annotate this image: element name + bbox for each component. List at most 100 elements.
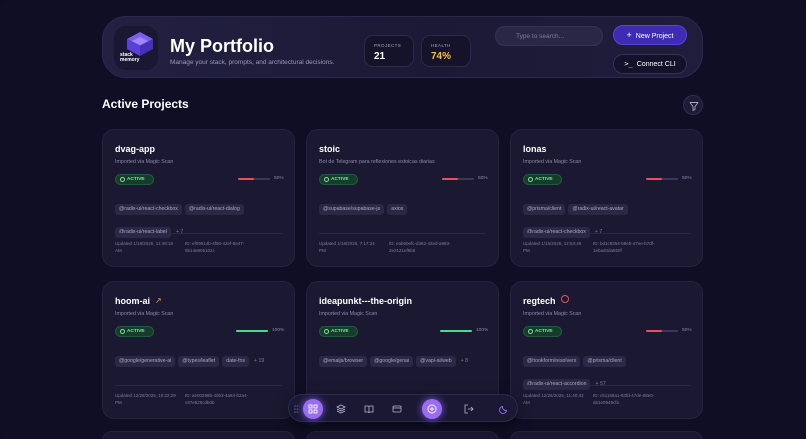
alert-circle-icon xyxy=(561,295,569,303)
plus-icon: + xyxy=(626,30,632,40)
health-fill xyxy=(238,178,254,180)
page-title: My Portfolio xyxy=(170,36,274,56)
project-name: ideapunkt---the-origin xyxy=(319,296,412,306)
health-fill xyxy=(646,178,662,180)
updated-timestamp: Updated 1/18/2026, 7:17:24 PM xyxy=(319,241,375,253)
page-subtitle: Manage your stack, prompts, and architec… xyxy=(170,59,335,66)
divider xyxy=(115,233,282,234)
new-project-button[interactable]: + New Project xyxy=(613,25,687,45)
health-percent: 50% xyxy=(274,176,284,181)
check-circle-icon xyxy=(120,329,125,334)
project-card-lonas[interactable]: lonas Imported via Magic Scan ACTIVE 50%… xyxy=(510,129,703,267)
project-id: ID: c51158a1-83fd-47de-88e0- ab1e0949cfa xyxy=(593,393,655,405)
status-badge: ACTIVE xyxy=(319,174,358,185)
project-name: dvag-app xyxy=(115,144,156,154)
dependency-tags: @prisma/client @radix-ui/react-avatar@rad… xyxy=(523,197,695,243)
updated-timestamp: Updated 12/26/2025, 11:40:42 AM xyxy=(523,393,584,405)
dock-add-button[interactable] xyxy=(422,399,442,419)
logo-text: stack memory xyxy=(120,52,140,63)
dependency-tag: @radix-ui/react-dialog xyxy=(184,204,244,215)
project-description: Imported via Magic Scan xyxy=(523,159,582,165)
dependency-tag: @emaijs/browser xyxy=(319,356,368,367)
health-percent: 50% xyxy=(682,176,692,181)
plus-circle-icon xyxy=(427,404,437,414)
dependency-tag: @prisma/client xyxy=(523,204,566,215)
stack-memory-logo xyxy=(113,25,159,71)
trending-up-icon: ↗ xyxy=(155,296,162,305)
dependency-tag: @types/leaflet xyxy=(178,356,220,367)
project-name: hoom-ai xyxy=(115,296,150,306)
layers-icon xyxy=(336,404,346,414)
bottom-dock xyxy=(288,394,518,422)
health-bar xyxy=(646,330,678,332)
dependency-tag: @hookform/resolvers xyxy=(523,356,581,367)
project-card-regtech[interactable]: regtech Imported via Magic Scan ACTIVE 5… xyxy=(510,281,703,419)
check-circle-icon xyxy=(324,177,329,182)
check-circle-icon xyxy=(324,329,329,334)
more-tags-count: + 19 xyxy=(253,358,265,364)
dock-docs-button[interactable] xyxy=(359,399,379,419)
divider xyxy=(523,233,690,234)
drag-handle[interactable] xyxy=(293,399,299,419)
dependency-tag: @radix-ui/react-checkbox xyxy=(115,204,182,215)
dock-grid-button[interactable] xyxy=(303,399,323,419)
project-card-hoom-ai[interactable]: hoom-ai ↗ Imported via Magic Scan ACTIVE… xyxy=(102,281,295,419)
divider xyxy=(523,385,690,386)
dock-logout-button[interactable] xyxy=(459,399,479,419)
project-description: Imported via Magic Scan xyxy=(523,311,582,317)
updated-timestamp: Updated 1/15/2026, 12:54:49 PM xyxy=(523,241,582,253)
status-badge: ACTIVE xyxy=(523,326,562,337)
terminal-icon: >_ xyxy=(624,60,633,68)
dependency-tag: @supabase/supabase-js xyxy=(319,204,385,215)
connect-cli-button[interactable]: >_ Connect CLI xyxy=(613,54,687,74)
project-name: lonas xyxy=(523,144,547,154)
logout-icon xyxy=(464,404,474,414)
project-card-stoic[interactable]: stoic Bot de Telegram para reflexiones e… xyxy=(306,129,499,267)
health-percent: 50% xyxy=(682,328,692,333)
project-id: ID: bd1c8354-58eb-47ee-b7df- 1ebad4da550f xyxy=(593,241,655,253)
status-badge: ACTIVE xyxy=(115,174,154,185)
health-bar xyxy=(646,178,678,180)
dock-cards-button[interactable] xyxy=(387,399,407,419)
dependency-tag: @radix-ui/react-avatar xyxy=(568,204,628,215)
dependency-tags: @supabase/supabase-js axios xyxy=(319,197,491,220)
projects-stat: PROJECTS 21 xyxy=(364,35,414,67)
app-window: stack memory My Portfolio Manage your st… xyxy=(0,0,806,439)
project-description: Imported via Magic Scan xyxy=(319,311,378,317)
dependency-tags: @google/generative-ai @types/leaflet date-… xyxy=(115,349,287,372)
more-tags-count: + 8 xyxy=(460,358,469,364)
status-badge: ACTIVE xyxy=(523,174,562,185)
check-circle-icon xyxy=(120,177,125,182)
dependency-tags: @hookform/resolvers @prisma/client@radix-… xyxy=(523,349,695,395)
health-fill xyxy=(236,330,268,332)
health-bar xyxy=(238,178,270,180)
project-card-partial[interactable] xyxy=(510,431,703,439)
search-input[interactable]: Type to search... xyxy=(495,26,603,46)
dependency-tag: axios xyxy=(387,204,408,215)
health-bar xyxy=(442,178,474,180)
grid-icon xyxy=(308,404,318,414)
project-card-partial[interactable] xyxy=(306,431,499,439)
filter-button[interactable] xyxy=(683,95,703,115)
project-card-partial[interactable] xyxy=(102,431,295,439)
health-stat: HEALTH 74% xyxy=(421,35,471,67)
updated-timestamp: Updated 1/18/2026, 11:48:18 AM xyxy=(115,241,173,253)
dependency-tag: @google/generative-ai xyxy=(115,356,176,367)
project-card-dvag-app[interactable]: dvag-app Imported via Magic Scan ACTIVE … xyxy=(102,129,295,267)
dock-layers-button[interactable] xyxy=(331,399,351,419)
project-name: regtech xyxy=(523,296,556,306)
project-id: ID: ae00298b-40b3-4a84-b2a4- c87e525cdb0b xyxy=(185,393,249,405)
dependency-tag: @google/genai xyxy=(370,356,414,367)
project-description: Imported via Magic Scan xyxy=(115,159,174,165)
dependency-tags: @radix-ui/react-checkbox @radix-ui/react-… xyxy=(115,197,287,243)
dock-theme-button[interactable] xyxy=(494,399,514,419)
check-circle-icon xyxy=(528,329,533,334)
dependency-tags: @emaijs/browser @google/genai @vapi-ai/web… xyxy=(319,349,491,372)
dependency-tag: @vapi-ai/web xyxy=(416,356,456,367)
filter-icon xyxy=(689,102,699,111)
dependency-tag: date-fns xyxy=(222,356,249,367)
health-fill xyxy=(440,330,472,332)
health-percent: 100% xyxy=(272,328,285,333)
status-badge: ACTIVE xyxy=(115,326,154,337)
section-title: Active Projects xyxy=(102,97,189,111)
